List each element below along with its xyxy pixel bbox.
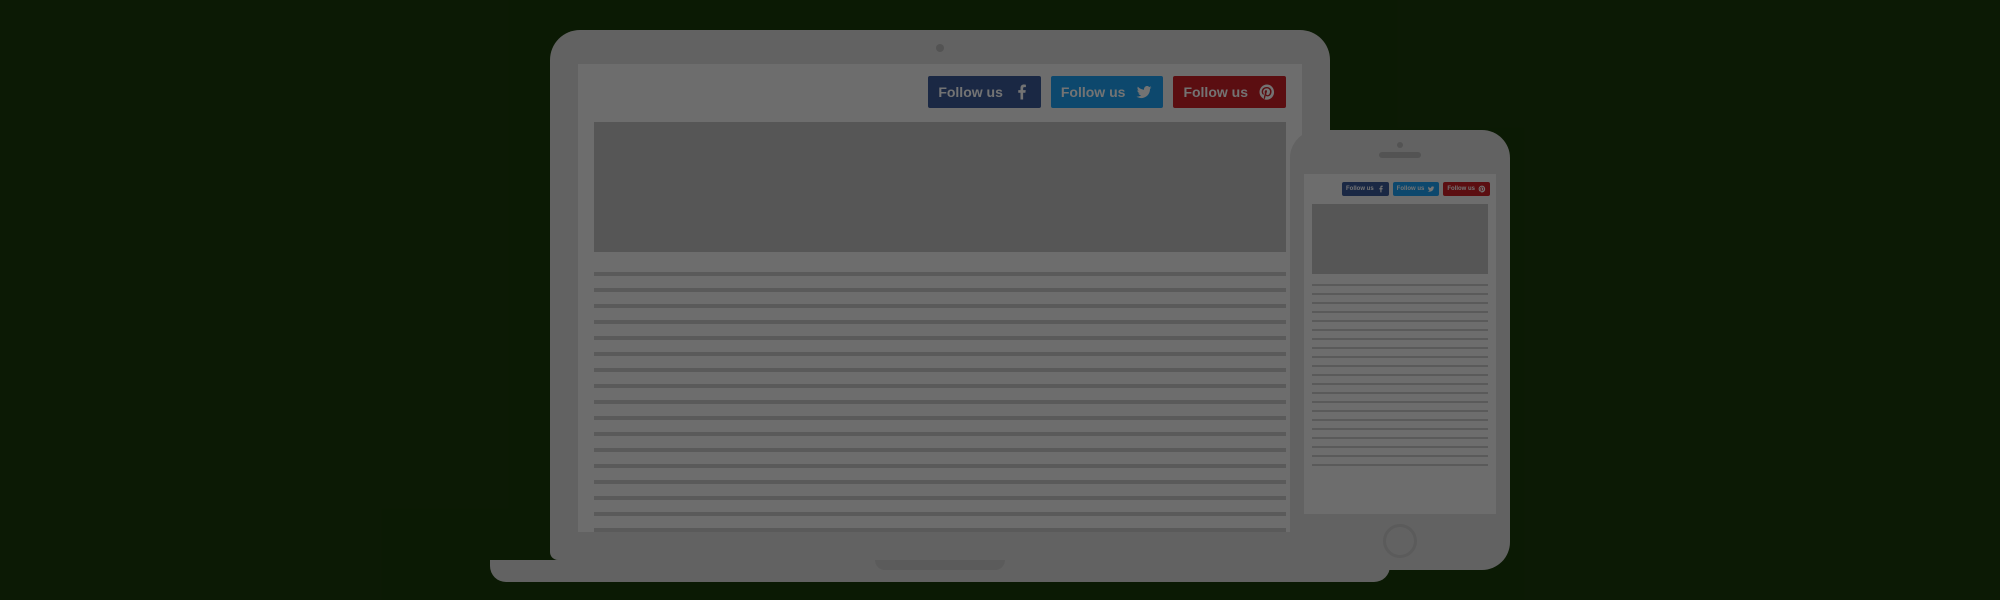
social-buttons-row: Follow us Follow us Follow us: [1304, 174, 1496, 200]
laptop-base: [490, 560, 1390, 582]
button-label: Follow us: [1061, 84, 1126, 100]
laptop-screen: Follow us Follow us Follow us: [578, 64, 1302, 532]
phone-camera: [1397, 142, 1403, 148]
facebook-icon: [1013, 83, 1031, 101]
button-label: Follow us: [1183, 84, 1248, 100]
phone-mockup: Follow us Follow us Follow us: [1290, 130, 1510, 570]
follow-facebook-button[interactable]: Follow us: [928, 76, 1041, 108]
content-lines: [1312, 284, 1488, 466]
button-label: Follow us: [1346, 186, 1374, 192]
twitter-icon: [1427, 185, 1435, 193]
pinterest-icon: [1258, 83, 1276, 101]
content-lines: [594, 272, 1286, 532]
twitter-icon: [1135, 83, 1153, 101]
phone-speaker: [1379, 152, 1421, 158]
button-label: Follow us: [1447, 186, 1475, 192]
facebook-icon: [1377, 185, 1385, 193]
button-label: Follow us: [1397, 186, 1425, 192]
pinterest-icon: [1478, 185, 1486, 193]
phone-home-button[interactable]: [1383, 524, 1417, 558]
social-buttons-row: Follow us Follow us Follow us: [578, 64, 1302, 116]
laptop-mockup: Follow us Follow us Follow us: [550, 30, 1330, 582]
follow-pinterest-button[interactable]: Follow us: [1173, 76, 1286, 108]
hero-placeholder: [594, 122, 1286, 252]
follow-twitter-button[interactable]: Follow us: [1393, 182, 1440, 196]
follow-pinterest-button[interactable]: Follow us: [1443, 182, 1490, 196]
phone-screen: Follow us Follow us Follow us: [1304, 174, 1496, 514]
follow-facebook-button[interactable]: Follow us: [1342, 182, 1389, 196]
laptop-camera: [936, 44, 944, 52]
button-label: Follow us: [938, 84, 1003, 100]
follow-twitter-button[interactable]: Follow us: [1051, 76, 1164, 108]
hero-placeholder: [1312, 204, 1488, 274]
